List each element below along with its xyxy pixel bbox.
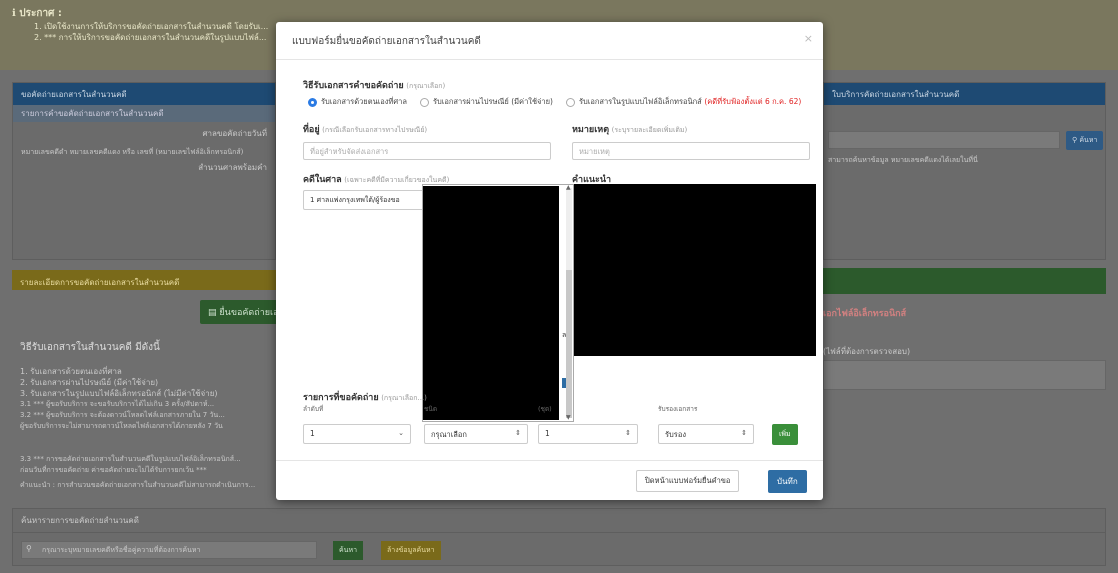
green-right-text: เอกไฟล์อิเล็กทรอนิกส์ (823, 309, 907, 319)
receive-list: 1. รับเอกสารด้วยตนเองที่ศาล 2. รับเอกสาร… (20, 366, 290, 491)
search-button[interactable]: ค้นหา (333, 541, 364, 560)
receive-line: ก่อนวันที่การขอคัดถ่าย ค่าขอคัดถ่ายจะไม่… (20, 466, 207, 474)
info-icon: ℹ (12, 8, 16, 19)
left-row-3: สำนวนศาลพร้อมคำ (198, 163, 267, 172)
left-row-2: หมายเลขคดีดำ หมายเลขคดีแดง หรือ เลขที่ (… (21, 148, 244, 156)
receive-option-post[interactable]: รับเอกสารผ่านไปรษณีย์ (มีค่าใช้จ่าย) (420, 96, 553, 108)
updown-icon: ⇕ (515, 429, 521, 437)
modal-footer (276, 460, 823, 461)
receive-method-label: วิธีรับเอกสารคำขอคัดถ่าย (กรุณาเลือก) (303, 81, 446, 91)
search-icon: ⚲ (26, 544, 32, 553)
modal-close-icon[interactable]: × (804, 32, 813, 45)
col-qty-header: (ชุด) (538, 405, 552, 413)
right-panel: ใบบริการคัดถ่ายเอกสารในสำนวนคดี ⚲ ค้นหา … (823, 82, 1106, 260)
modal-header: แบบฟอร์มยื่นขอคัดถ่ายเอกสารในสำนวนคดี (276, 22, 823, 60)
radio-icon (420, 97, 429, 107)
right-select[interactable] (828, 131, 1060, 149)
request-form-modal: แบบฟอร์มยื่นขอคัดถ่ายเอกสารในสำนวนคดี × … (276, 22, 823, 500)
radio-icon (566, 97, 575, 107)
dropdown-highlight (562, 378, 566, 388)
col-cert-header: รับรองเอกสาร (658, 405, 698, 413)
address-input[interactable]: ที่อยู่สำหรับจัดส่งเอกสาร (303, 142, 551, 160)
cert-select[interactable]: รับรอง ⇕ (658, 424, 754, 444)
col-doc-header: ชนิด (424, 405, 438, 413)
seq-select[interactable]: 1 ⌄ (303, 424, 411, 444)
search-section: ค้นหารายการขอคัดถ่ายสำนวนคดี ⚲ กรุณาระบุ… (12, 508, 1106, 566)
right-search-button[interactable]: ⚲ ค้นหา (1066, 131, 1104, 150)
file-icon: ▤ (208, 308, 217, 318)
detail-bar: รายละเอียดการขอคัดถ่ายเอกสารในสำนวนคดี (12, 270, 276, 290)
search-placeholder: กรุณาระบุหมายเลขคดีหรือชื่อคู่ความที่ต้อ… (42, 546, 201, 554)
updown-icon: ⇕ (741, 429, 747, 437)
close-form-button[interactable]: ปิดหน้าแบบฟอร์มยื่นคำขอ (636, 470, 740, 492)
search-section-title: ค้นหารายการขอคัดถ่ายสำนวนคดี (13, 509, 1105, 533)
dropdown-scroll-thumb[interactable] (566, 270, 572, 418)
receive-line: 1. รับเอกสารด้วยตนเองที่ศาล (20, 367, 122, 376)
receive-line: คำแนะนำ : การสำนวนขอคัดถ่ายเอกสารในสำนวน… (20, 481, 256, 489)
redacted-block-right (574, 184, 816, 356)
save-button[interactable]: บันทึก (768, 470, 807, 493)
right-file-note: (ไฟล์ที่ต้องการตรวจสอบ) (823, 347, 911, 356)
receive-line: ผู้ขอรับบริการจะไม่สามารถดาวน์โหลดไฟล์เอ… (20, 422, 223, 430)
receive-title: วิธีรับเอกสารในสำนวนคดี มีดังนี้ (20, 342, 160, 353)
doc-type-select[interactable]: กรุณาเลือก ⇕ (424, 424, 528, 444)
left-panel-subheader: รายการคำขอคัดถ่ายเอกสารในสำนวนคดี (13, 105, 275, 122)
receive-line: 3.3 *** การขอคัดถ่ายเอกสารในสำนวนคดีในรู… (20, 455, 241, 463)
clear-search-button[interactable]: ล้างข้อมูลค้นหา (381, 541, 441, 560)
add-item-button[interactable]: เพิ่ม (772, 424, 798, 445)
modal-title: แบบฟอร์มยื่นขอคัดถ่ายเอกสารในสำนวนคดี (292, 36, 481, 47)
col-seq-header: ลำดับที่ (303, 405, 324, 413)
left-row-1: ศาลขอคัดถ่ายวันที่ (202, 129, 267, 138)
redacted-block-left (423, 186, 559, 420)
left-panel-header: ขอคัดถ่ายเอกสารในสำนวนคดี (13, 83, 275, 105)
note-input[interactable]: หมายเหตุ (572, 142, 810, 160)
scroll-up-icon[interactable]: ▲ (566, 184, 571, 191)
right-note: สามารถค้นหาข้อมูล หมายเลขคดีแดงได้เลยในท… (828, 156, 978, 164)
right-panel-header: ใบบริการคัดถ่ายเอกสารในสำนวนคดี (824, 83, 1105, 105)
note-label: หมายเหตุ (ระบุรายละเอียดเพิ่มเติม) (572, 125, 688, 135)
receive-line: 3. รับเอกสารในรูปแบบไฟล์อิเล็กทรอนิกส์ (… (20, 389, 218, 398)
address-label: ที่อยู่ (กรณีเลือกรับเอกสารทางไปรษณีย์) (303, 125, 428, 135)
green-bar-right (823, 268, 1106, 294)
receive-option-self[interactable]: รับเอกสารด้วยตนเองที่ศาล (308, 96, 407, 108)
receive-line: 2. รับเอกสารผ่านไปรษณีย์ (มีค่าใช้จ่าย) (20, 378, 159, 387)
search-input[interactable]: ⚲ กรุณาระบุหมายเลขคดีหรือชื่อคู่ความที่ต… (21, 541, 317, 559)
radio-selected-icon (308, 97, 317, 107)
receive-line: 3.1 *** ผู้ขอรับบริการ จะขอรับบริการได้ไ… (20, 400, 215, 408)
search-icon: ⚲ (1072, 136, 1078, 144)
qty-select[interactable]: 1 ⇕ (538, 424, 638, 444)
right-textarea[interactable] (823, 360, 1106, 390)
scroll-down-icon[interactable]: ▼ (566, 414, 571, 421)
chevron-down-icon: ⌄ (398, 429, 404, 437)
updown-icon: ⇕ (625, 429, 631, 437)
items-label: รายการที่ขอคัดถ่าย (กรุณาเลือก...) (303, 393, 427, 403)
notice-title: ℹ ประกาศ : (12, 8, 62, 19)
stray-text: ล (562, 331, 567, 339)
receive-line: 3.2 *** ผู้ขอรับบริการ จะต้องดาวน์โหลดไฟ… (20, 411, 225, 419)
left-panel: ขอคัดถ่ายเอกสารในสำนวนคดี รายการคำขอคัดถ… (12, 82, 276, 260)
receive-option-electronic[interactable]: รับเอกสารในรูปแบบไฟล์อิเล็กทรอนิกส์ (คดี… (566, 96, 801, 108)
